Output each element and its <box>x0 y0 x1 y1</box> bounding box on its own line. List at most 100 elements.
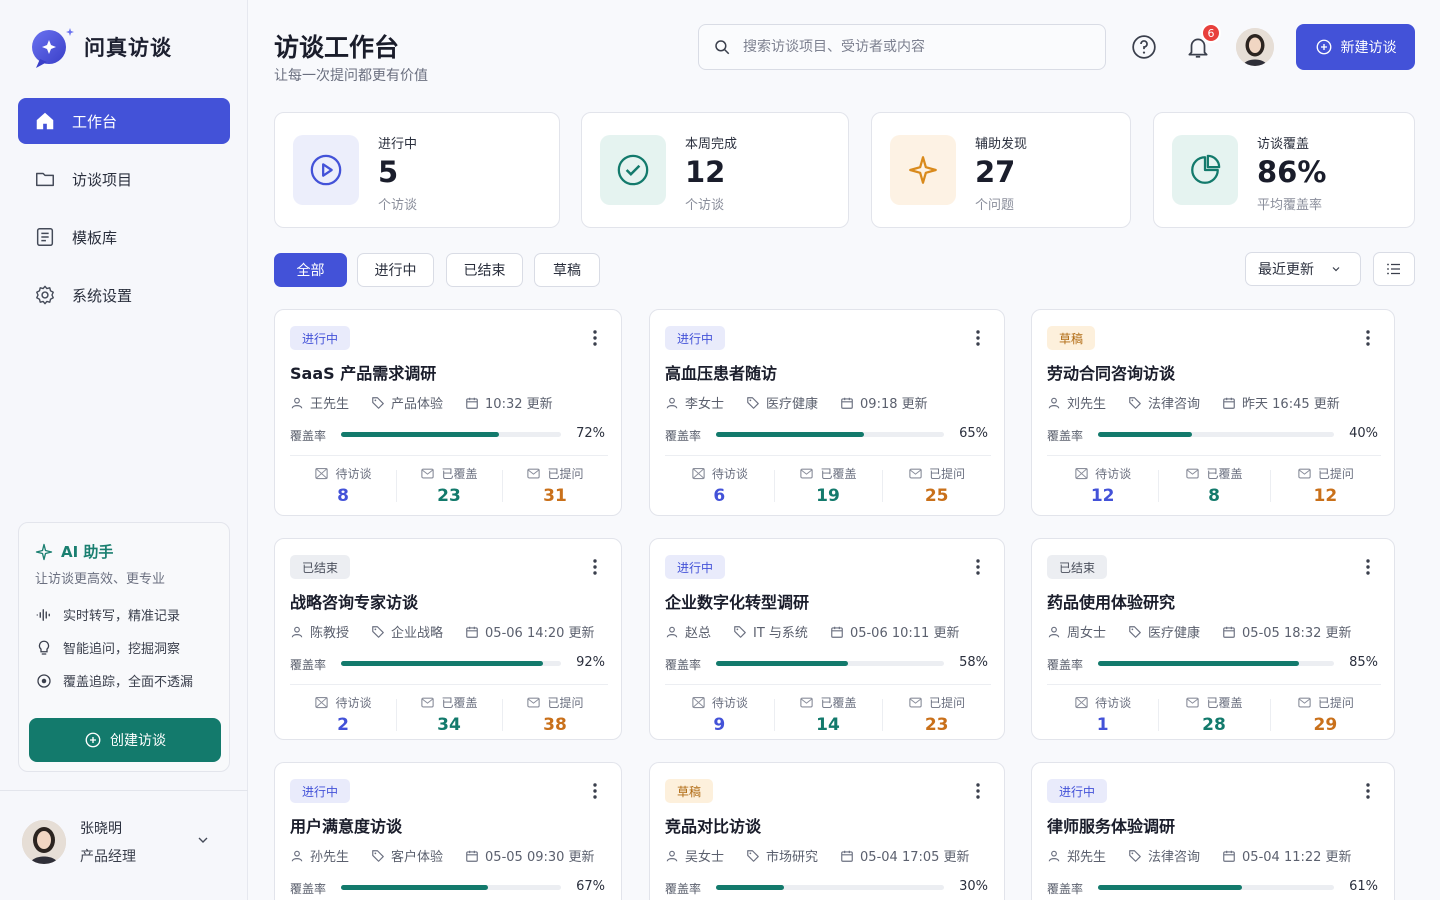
card-title[interactable]: 劳动合同咨询访谈 <box>1047 360 1175 384</box>
search-input[interactable] <box>743 39 1083 55</box>
card-stat-pending: 待访谈 6 <box>665 465 774 506</box>
sidebar-item-workbench[interactable]: 工作台 <box>18 98 230 144</box>
mail-check-icon <box>527 468 541 479</box>
card-title[interactable]: 药品使用体验研究 <box>1047 589 1175 613</box>
person-name: 周女士 <box>1067 626 1107 641</box>
category-name: 医疗健康 <box>766 397 819 412</box>
interview-card[interactable]: 进行中 企业数字化转型调研 赵总 IT 与系统 05-06 10:11 更新 覆… <box>649 538 1005 740</box>
card-title[interactable]: 用户满意度访谈 <box>290 813 402 837</box>
coverage-bar <box>341 885 561 890</box>
chevron-down-icon[interactable] <box>195 832 211 848</box>
card-stat-pending: 待访谈 2 <box>290 694 396 735</box>
card-meta: 吴女士 市场研究 05-04 17:05 更新 <box>665 846 992 865</box>
interview-card[interactable]: 进行中 SaaS 产品需求调研 王先生 产品体验 10:32 更新 覆盖率 72… <box>274 309 622 516</box>
more-vertical-icon[interactable] <box>1360 781 1376 801</box>
coverage-percent: 30% <box>959 879 988 894</box>
stat-number: 9 <box>713 715 726 735</box>
avatar[interactable] <box>1236 28 1274 66</box>
status-badge: 进行中 <box>1047 779 1108 803</box>
interview-card[interactable]: 进行中 用户满意度访谈 孙先生 客户体验 05-05 09:30 更新 覆盖率 … <box>274 762 622 900</box>
card-stat-covered: 已覆盖 19 <box>774 465 883 506</box>
coverage-bar-fill <box>716 661 849 666</box>
person-name: 孙先生 <box>310 850 350 865</box>
stat-card-findings[interactable]: 辅助发现 27 个问题 <box>871 112 1131 228</box>
interview-card[interactable]: 草稿 竞品对比访谈 吴女士 市场研究 05-04 17:05 更新 覆盖率 30… <box>649 762 1005 900</box>
sidebar-item-settings[interactable]: 系统设置 <box>18 272 230 318</box>
ai-title-text: AI 助手 <box>61 543 114 561</box>
inbox-icon <box>315 696 329 709</box>
category-name: 客户体验 <box>391 850 444 865</box>
interview-card[interactable]: 进行中 高血压患者随访 李女士 医疗健康 09:18 更新 覆盖率 65% 待访… <box>649 309 1005 516</box>
person-name: 王先生 <box>310 397 350 412</box>
card-title[interactable]: 战略咨询专家访谈 <box>290 589 418 613</box>
stat-card-completed[interactable]: 本周完成 12 个访谈 <box>581 112 849 228</box>
interview-card[interactable]: 已结束 战略咨询专家访谈 陈教授 企业战略 05-06 14:20 更新 覆盖率… <box>274 538 622 740</box>
card-title[interactable]: 竞品对比访谈 <box>665 813 761 837</box>
card-title[interactable]: 高血压患者随访 <box>665 360 777 384</box>
sidebar-item-projects[interactable]: 访谈项目 <box>18 156 230 202</box>
app-logo[interactable]: 问真访谈 <box>30 26 172 68</box>
card-meta: 赵总 IT 与系统 05-06 10:11 更新 <box>665 622 981 641</box>
stat-label-text: 已覆盖 <box>820 696 857 710</box>
mail-check-icon <box>909 697 922 708</box>
interview-card[interactable]: 进行中 律师服务体验调研 郑先生 法律咨询 05-04 11:22 更新 覆盖率… <box>1031 762 1395 900</box>
list-view-button[interactable] <box>1373 252 1415 286</box>
more-vertical-icon[interactable] <box>970 328 986 348</box>
stat-label: 已提问 <box>1270 694 1381 711</box>
coverage-label: 覆盖率 <box>1047 429 1084 443</box>
user-name: 张晓明 <box>80 821 122 837</box>
search-icon <box>715 40 730 55</box>
card-stat-asked: 已提问 25 <box>882 465 991 506</box>
stat-card-in-progress[interactable]: 进行中 5 个访谈 <box>274 112 560 228</box>
card-stat-pending: 待访谈 1 <box>1047 694 1158 735</box>
stat-label-text: 待访谈 <box>711 696 748 710</box>
stat-value: 12 <box>685 155 726 189</box>
filter-all[interactable]: 全部 <box>274 253 347 287</box>
more-vertical-icon[interactable] <box>1360 557 1376 577</box>
calendar-icon <box>466 850 478 862</box>
tag-icon <box>1129 849 1141 862</box>
card-title[interactable]: 律师服务体验调研 <box>1047 813 1175 837</box>
filter-draft[interactable]: 草稿 <box>534 253 600 287</box>
card-person: 周女士 <box>1047 622 1106 641</box>
filter-in-progress[interactable]: 进行中 <box>357 253 434 287</box>
more-vertical-icon[interactable] <box>970 781 986 801</box>
mail-icon <box>1186 697 1200 708</box>
logo-icon <box>30 26 74 68</box>
category-name: 企业战略 <box>391 626 444 641</box>
ai-assistant-card: AI 助手 让访谈更高效、更专业 实时转写，精准记录 智能追问，挖掘洞察 覆盖追… <box>18 522 230 772</box>
stat-label-text: 待访谈 <box>711 467 748 481</box>
divider <box>1269 699 1271 731</box>
updated-time: 05-04 11:22 更新 <box>1242 850 1352 865</box>
inbox-icon <box>315 467 329 480</box>
more-vertical-icon[interactable] <box>1360 328 1376 348</box>
sidebar-item-templates[interactable]: 模板库 <box>18 214 230 260</box>
card-title[interactable]: SaaS 产品需求调研 <box>290 360 436 384</box>
stat-card-coverage[interactable]: 访谈覆盖 86% 平均覆盖率 <box>1153 112 1415 228</box>
interview-card[interactable]: 草稿 劳动合同咨询访谈 刘先生 法律咨询 昨天 16:45 更新 覆盖率 40%… <box>1031 309 1395 516</box>
stat-value: 27 <box>975 155 1016 189</box>
coverage-label: 覆盖率 <box>665 429 702 443</box>
more-vertical-icon[interactable] <box>587 328 603 348</box>
ai-feature-text: 覆盖追踪，全面不透漏 <box>63 675 194 690</box>
more-vertical-icon[interactable] <box>587 781 603 801</box>
mail-icon <box>421 468 435 479</box>
more-vertical-icon[interactable] <box>970 557 986 577</box>
create-interview-button[interactable]: 创建访谈 <box>29 718 221 762</box>
card-title[interactable]: 企业数字化转型调研 <box>665 589 809 613</box>
more-vertical-icon[interactable] <box>587 557 603 577</box>
stat-number: 8 <box>1208 486 1220 506</box>
card-updated: 05-04 11:22 更新 <box>1222 846 1352 865</box>
updated-time: 05-06 10:11 更新 <box>849 626 960 641</box>
user-profile[interactable]: 张晓明 产品经理 <box>22 818 136 866</box>
stat-unit: 个问题 <box>975 198 1015 213</box>
filter-finished[interactable]: 已结束 <box>446 253 523 287</box>
sort-dropdown[interactable]: 最近更新 <box>1245 252 1361 286</box>
search-bar[interactable] <box>698 24 1106 70</box>
card-meta: 孙先生 客户体验 05-05 09:30 更新 <box>290 846 617 865</box>
help-button[interactable] <box>1129 30 1159 64</box>
sidebar-item-label: 系统设置 <box>72 286 133 305</box>
new-interview-button[interactable]: 新建访谈 <box>1296 24 1415 70</box>
interview-card[interactable]: 已结束 药品使用体验研究 周女士 医疗健康 05-05 18:32 更新 覆盖率… <box>1031 538 1395 740</box>
coverage-percent: 67% <box>576 879 605 894</box>
